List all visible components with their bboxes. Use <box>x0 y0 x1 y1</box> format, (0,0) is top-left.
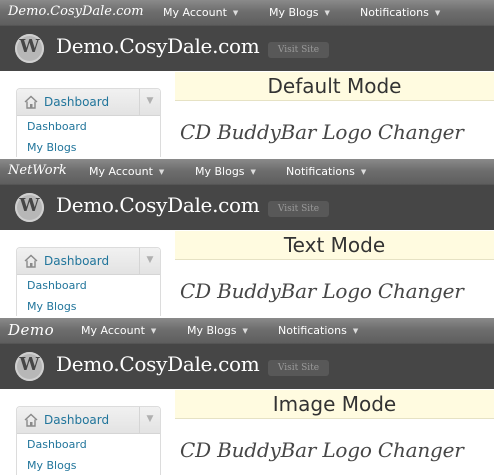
buddybar-logo[interactable]: NetWork <box>8 163 67 178</box>
triangle-down-icon: ▼ <box>146 96 154 106</box>
mode-banner: Image Mode <box>175 390 494 419</box>
buddybar-logo[interactable]: Demo <box>8 321 54 339</box>
menu-toggle[interactable]: ▼ <box>139 407 160 433</box>
visit-site-button[interactable]: Visit Site <box>268 201 329 217</box>
mode-banner: Text Mode <box>175 231 494 260</box>
menu-my-blogs[interactable]: My Blogs ▼ <box>269 6 330 19</box>
panel-image-mode: Demo My Account ▼ My Blogs ▼ Notifications… <box>0 318 494 475</box>
caret-down-icon: ▼ <box>360 168 367 176</box>
buddybar: NetWork My Account ▼ My Blogs ▼ Notificati… <box>0 159 494 185</box>
caret-down-icon: ▼ <box>324 9 330 17</box>
menu-notifications[interactable]: Notifications ▼ <box>286 165 366 178</box>
home-icon <box>24 413 38 427</box>
wordpress-logo-icon: W <box>15 352 44 381</box>
admin-header: W Demo.CosyDale.com Visit Site <box>0 26 494 71</box>
submenu-dashboard[interactable]: Dashboard <box>27 120 87 133</box>
menu-notifications[interactable]: Notifications ▼ <box>278 324 358 337</box>
admin-header: W Demo.CosyDale.com Visit Site <box>0 185 494 230</box>
menu-dashboard-title: Dashboard <box>44 95 110 109</box>
menu-my-blogs[interactable]: My Blogs ▼ <box>187 324 248 337</box>
caret-down-icon: ▼ <box>232 9 239 17</box>
submenu-my-blogs[interactable]: My Blogs <box>27 459 77 472</box>
caret-down-icon: ▼ <box>150 327 157 335</box>
visit-site-button[interactable]: Visit Site <box>268 42 329 58</box>
caret-down-icon: ▼ <box>434 9 441 17</box>
triangle-down-icon: ▼ <box>146 414 154 424</box>
mode-label: Text Mode <box>283 233 386 257</box>
panel-text-mode: NetWork My Account ▼ My Blogs ▼ Notificati… <box>0 159 494 316</box>
menu-dashboard-header[interactable]: Dashboard ▼ <box>17 407 160 434</box>
submenu-dashboard[interactable]: Dashboard <box>27 438 87 451</box>
submenu-my-blogs[interactable]: My Blogs <box>27 300 77 313</box>
triangle-down-icon: ▼ <box>146 255 154 265</box>
menu-toggle[interactable]: ▼ <box>139 248 160 274</box>
menu-my-account[interactable]: My Account ▼ <box>81 324 156 337</box>
menu-dashboard-header[interactable]: Dashboard ▼ <box>17 248 160 275</box>
menu-my-blogs[interactable]: My Blogs ▼ <box>195 165 256 178</box>
submenu-my-blogs[interactable]: My Blogs <box>27 141 77 154</box>
home-icon <box>24 254 38 268</box>
menu-dashboard-title: Dashboard <box>44 413 110 427</box>
menu-my-account[interactable]: My Account ▼ <box>89 165 164 178</box>
menu-toggle[interactable]: ▼ <box>139 89 160 115</box>
visit-site-button[interactable]: Visit Site <box>268 360 329 376</box>
site-title: Demo.CosyDale.com <box>56 352 260 376</box>
menu-my-account[interactable]: My Account ▼ <box>163 6 238 19</box>
submenu-dashboard[interactable]: Dashboard <box>27 279 87 292</box>
buddybar-logo[interactable]: Demo.CosyDale.com <box>8 4 144 19</box>
home-icon <box>24 95 38 109</box>
caret-down-icon: ▼ <box>158 168 165 176</box>
admin-menu: Dashboard ▼ Dashboard My Blogs <box>16 247 161 316</box>
menu-notifications[interactable]: Notifications ▼ <box>360 6 440 19</box>
panel-default-mode: Demo.CosyDale.com My Account ▼ My Blogs ▼ … <box>0 0 494 157</box>
admin-header: W Demo.CosyDale.com Visit Site <box>0 344 494 389</box>
site-title: Demo.CosyDale.com <box>56 34 260 58</box>
plugin-title: CD BuddyBar Logo Changer <box>180 438 464 462</box>
menu-dashboard-title: Dashboard <box>44 254 110 268</box>
caret-down-icon: ▼ <box>250 168 256 176</box>
wordpress-logo-icon: W <box>15 34 44 63</box>
menu-dashboard-header[interactable]: Dashboard ▼ <box>17 89 160 116</box>
buddybar: Demo.CosyDale.com My Account ▼ My Blogs ▼ … <box>0 0 494 26</box>
wordpress-logo-icon: W <box>15 193 44 222</box>
buddybar: Demo My Account ▼ My Blogs ▼ Notifications… <box>0 318 494 344</box>
mode-label: Default Mode <box>267 74 402 98</box>
site-title: Demo.CosyDale.com <box>56 193 260 217</box>
mode-banner: Default Mode <box>175 72 494 101</box>
caret-down-icon: ▼ <box>352 327 359 335</box>
plugin-title: CD BuddyBar Logo Changer <box>180 279 464 303</box>
admin-menu: Dashboard ▼ Dashboard My Blogs <box>16 406 161 475</box>
mode-label: Image Mode <box>272 392 397 416</box>
plugin-title: CD BuddyBar Logo Changer <box>180 120 464 144</box>
admin-menu: Dashboard ▼ Dashboard My Blogs <box>16 88 161 157</box>
caret-down-icon: ▼ <box>242 327 248 335</box>
